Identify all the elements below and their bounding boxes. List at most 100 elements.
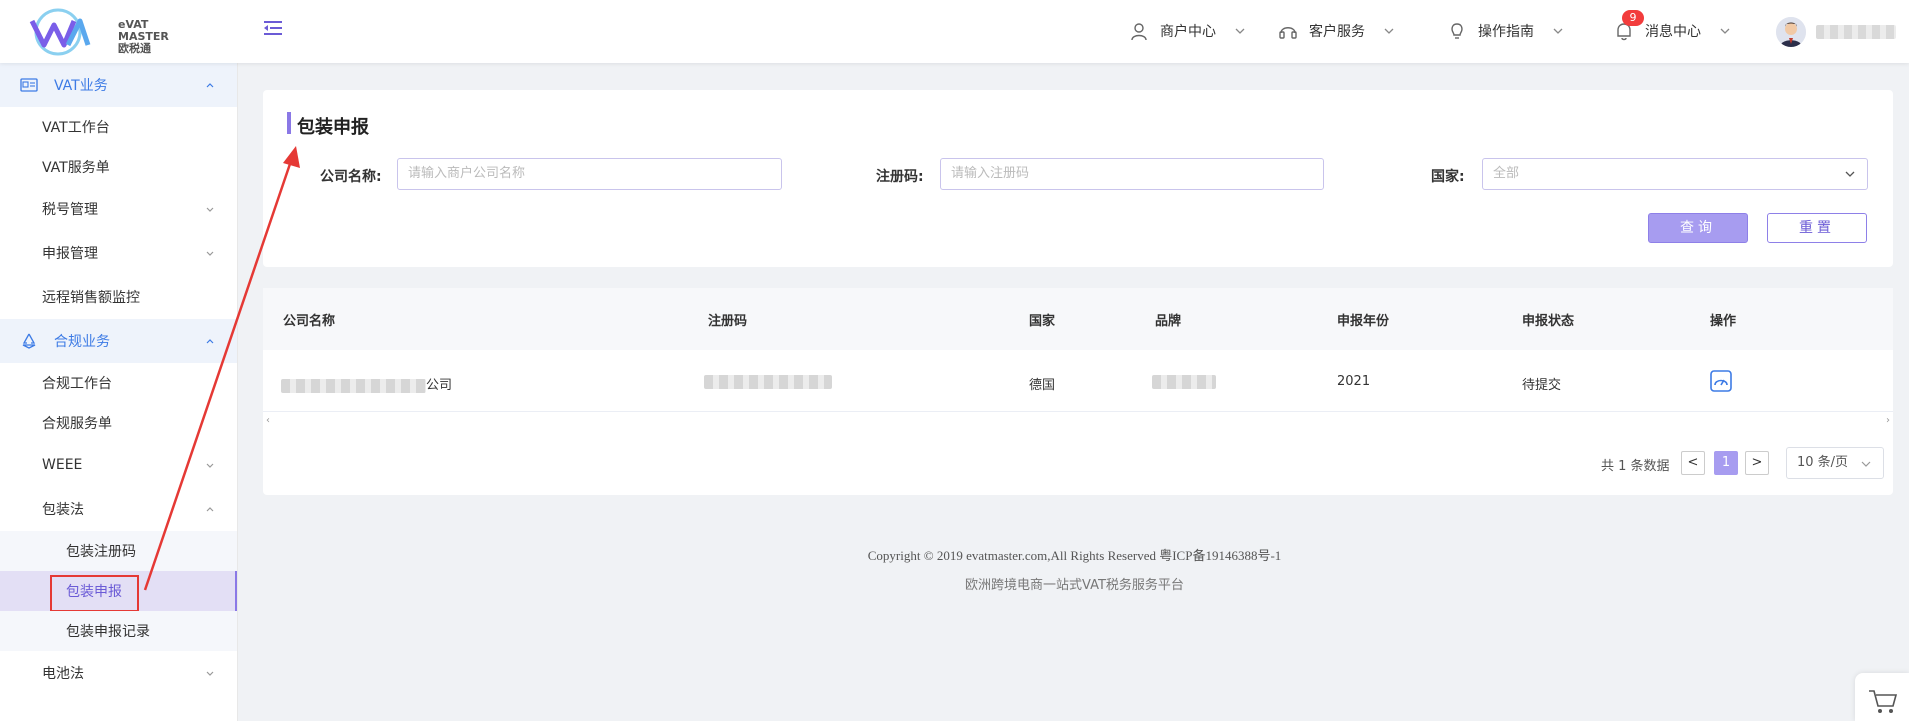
sidebar-item-label: 包装申报记录 <box>66 624 150 640</box>
chevron-up-icon <box>206 83 214 88</box>
sidebar-item-label: 电池法 <box>42 666 84 682</box>
logo-text-cn: 欧税通 <box>118 42 151 55</box>
chevron-down-icon <box>1553 28 1563 34</box>
column-header: 申报状态 <box>1522 314 1575 329</box>
column-header: 注册码 <box>708 314 748 329</box>
scroll-right-icon[interactable]: › <box>1886 415 1890 426</box>
avatar[interactable] <box>1776 17 1806 47</box>
edit-filing-icon[interactable] <box>1710 370 1732 392</box>
evat-master-logo[interactable]: eVAT MASTER 欧税通 <box>28 7 169 57</box>
country-label: 国家: <box>1431 169 1465 185</box>
sidebar-item-vat-workbench[interactable]: VAT工作台 <box>0 107 237 147</box>
pagination-next-button[interactable]: > <box>1745 451 1769 475</box>
sidebar-item-vat-orders[interactable]: VAT服务单 <box>0 147 237 187</box>
sidebar-item-label: 包装法 <box>42 502 84 518</box>
table-row: 公司 德国 2021 待提交 <box>263 350 1893 412</box>
column-header: 品牌 <box>1155 314 1182 329</box>
company-name-input[interactable]: 请输入商户公司名称 <box>397 158 782 190</box>
lightbulb-icon <box>1451 23 1463 39</box>
footer-copyright: Copyright © 2019 evatmaster.com,All Righ… <box>867 548 1282 563</box>
redacted-text <box>1152 374 1216 389</box>
chevron-down-icon <box>1845 171 1855 177</box>
cell-company: 公司 <box>281 374 452 393</box>
cart-button[interactable] <box>1855 673 1909 721</box>
sidebar-item-label: WEEE <box>42 457 83 473</box>
cell-status: 待提交 <box>1522 378 1562 393</box>
nav-label-service: 客户服务 <box>1309 24 1365 40</box>
top-header: eVAT MASTER 欧税通 商户中心 客户服务 操作指南 消息中心 9 <box>0 0 1909 63</box>
menu-collapse-icon[interactable] <box>262 18 284 38</box>
page-title: 包装申报 <box>297 117 369 138</box>
nav-customer-service[interactable]: 客户服务 <box>1277 18 1395 44</box>
sidebar-group-compliance[interactable]: 合规业务 <box>0 319 237 363</box>
country-select[interactable]: 全部 <box>1482 158 1868 190</box>
logo-wordmark: eVAT MASTER 欧税通 <box>118 19 169 55</box>
message-count-badge: 9 <box>1622 10 1644 26</box>
sidebar-item-compliance-workbench[interactable]: 合规工作台 <box>0 363 237 403</box>
nav-guide[interactable]: 操作指南 <box>1446 18 1564 44</box>
cell-reg-code <box>704 374 832 389</box>
redacted-text <box>704 374 832 389</box>
reg-code-label: 注册码: <box>876 169 924 185</box>
username-redacted[interactable] <box>1816 25 1896 39</box>
user-avatar-icon <box>1776 17 1806 47</box>
page-size-value: 10 条/页 <box>1797 455 1849 470</box>
sidebar-item-weee[interactable]: WEEE <box>0 443 237 487</box>
country-select-value: 全部 <box>1493 166 1520 181</box>
reg-code-input[interactable]: 请输入注册码 <box>940 158 1324 190</box>
company-name-label: 公司名称: <box>320 169 382 185</box>
column-header: 国家 <box>1029 314 1056 329</box>
pagination-page-1[interactable]: 1 <box>1714 451 1738 475</box>
pagination-prev-button[interactable]: < <box>1681 451 1705 475</box>
sidebar-group-label: 合规业务 <box>54 334 110 350</box>
page-size-select[interactable]: 10 条/页 <box>1786 447 1884 479</box>
sidebar-group-vat[interactable]: VAT业务 <box>0 63 237 107</box>
chevron-down-icon <box>1235 28 1245 34</box>
sidebar-item-label: 申报管理 <box>42 246 98 262</box>
table-header: 公司名称 注册码 国家 品牌 申报年份 申报状态 操作 <box>263 288 1893 350</box>
sidebar-item-tax-mgmt[interactable]: 税号管理 <box>0 187 237 231</box>
title-accent-bar <box>287 112 291 134</box>
nav-label-merchant: 商户中心 <box>1160 24 1216 40</box>
cell-brand <box>1152 374 1216 389</box>
sidebar-item-label: 税号管理 <box>42 202 98 218</box>
chevron-up-icon <box>206 507 214 512</box>
chevron-down-icon <box>1384 28 1394 34</box>
vm-logo-icon <box>29 8 91 56</box>
nav-label-guide: 操作指南 <box>1478 24 1534 40</box>
nav-merchant-center[interactable]: 商户中心 <box>1128 18 1246 44</box>
cart-icon <box>1869 690 1898 713</box>
footer-tagline: 欧洲跨境电商一站式VAT税务服务平台 <box>965 578 1184 593</box>
chevron-down-icon <box>206 251 214 256</box>
sidebar-item-pkg-records[interactable]: 包装申报记录 <box>0 611 237 651</box>
sidebar-item-label: 合规工作台 <box>42 376 112 392</box>
column-header: 公司名称 <box>283 314 336 329</box>
id-card-icon <box>20 78 38 92</box>
chevron-down-icon <box>206 463 214 468</box>
sidebar-group-label: VAT业务 <box>54 78 108 94</box>
sidebar-item-remote-sales[interactable]: 远程销售额监控 <box>0 275 237 319</box>
sidebar-item-label: 远程销售额监控 <box>42 290 140 306</box>
scroll-left-icon[interactable]: ‹ <box>266 415 270 426</box>
chevron-down-icon <box>1861 461 1871 467</box>
sidebar-item-compliance-orders[interactable]: 合规服务单 <box>0 403 237 443</box>
horizontal-scrollbar[interactable]: ‹ › <box>263 414 1893 426</box>
headset-icon <box>1279 27 1297 39</box>
sidebar-item-label: VAT服务单 <box>42 160 110 176</box>
user-icon <box>1131 23 1147 41</box>
sidebar-item-label: VAT工作台 <box>42 120 110 136</box>
redacted-text <box>281 378 426 393</box>
column-header: 操作 <box>1710 314 1737 329</box>
recycle-icon <box>22 333 36 349</box>
sidebar-item-packaging-law[interactable]: 包装法 <box>0 487 237 531</box>
cell-country: 德国 <box>1029 378 1056 393</box>
nav-label-messages: 消息中心 <box>1645 24 1701 40</box>
query-button[interactable]: 查询 <box>1648 213 1748 243</box>
chevron-down-icon <box>1720 28 1730 34</box>
reset-button[interactable]: 重置 <box>1767 213 1867 243</box>
sidebar-item-filing-mgmt[interactable]: 申报管理 <box>0 231 237 275</box>
column-header: 申报年份 <box>1337 314 1390 329</box>
sidebar-item-battery-law[interactable]: 电池法 <box>0 651 237 695</box>
sidebar: VAT业务 VAT工作台 VAT服务单 税号管理 申报管理 远程销售额监控 合规… <box>0 63 238 721</box>
chevron-down-icon <box>206 671 214 676</box>
